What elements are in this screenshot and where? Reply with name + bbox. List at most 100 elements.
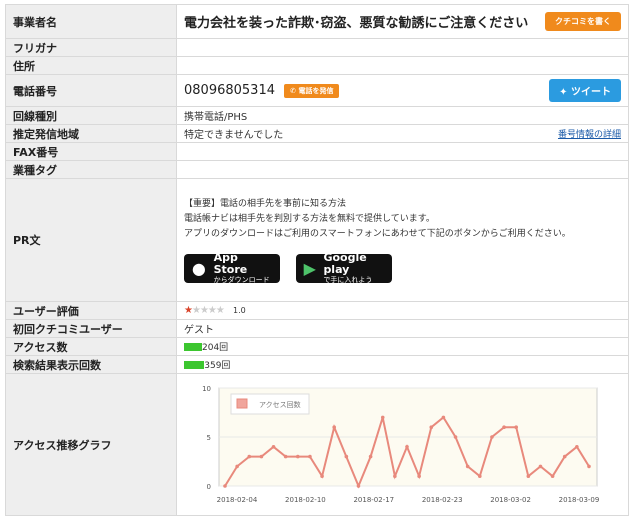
cell-phone: 08096805314 ✆ 電話を発信 ✦ ツイート (176, 74, 629, 107)
y-tick-label: 5 (207, 434, 211, 442)
data-point (490, 435, 494, 439)
x-tick-label: 2018-02-23 (422, 496, 463, 504)
row-pr: PR文 【重要】電話の相手先を事前に知る方法 電話帳ナビは相手先を判別する方法を… (5, 178, 629, 302)
row-graph: アクセス推移グラフ 0 5 10 2018-02-04 2018-02-10 2018-0… (5, 373, 629, 516)
cell-region: 特定できませんでした 番号情報の詳細 (176, 124, 629, 143)
row-search: 検索結果表示回数 359回 (5, 355, 629, 374)
row-furigana: フリガナ (5, 38, 629, 57)
label-tags: 業種タグ (5, 160, 177, 179)
google-play-line2: で手に入れよう (323, 276, 373, 284)
x-tick-label: 2018-02-17 (353, 496, 394, 504)
x-tick-label: 2018-02-04 (217, 496, 258, 504)
legend-label: アクセス回数 (259, 400, 301, 409)
value-address (176, 56, 629, 75)
label-phone: 電話番号 (5, 74, 177, 107)
access-count: 204回 (202, 343, 229, 353)
star-empty-icon: ★ (191, 305, 201, 316)
label-access: アクセス数 (5, 337, 177, 356)
data-point (271, 445, 276, 449)
row-access: アクセス数 204回 (5, 337, 629, 356)
y-tick-label: 10 (202, 385, 211, 393)
data-point (247, 454, 252, 459)
data-point (526, 474, 531, 478)
label-pr: PR文 (5, 178, 177, 302)
row-line-type: 回線種別 携帯電話/PHS (5, 106, 629, 125)
label-rating: ユーザー評価 (5, 301, 177, 320)
label-line-type: 回線種別 (5, 106, 177, 125)
call-button-label: 電話を発信 (298, 86, 334, 95)
row-name: 事業者名 電力会社を装った詐欺･窃盗、悪質な勧誘にご注意ください クチコミを書く (5, 4, 629, 39)
pr-line-2: 電話帳ナビは相手先を判別する方法を無料で提供しています。 (184, 214, 435, 224)
app-store-line2: からダウンロード (213, 276, 270, 284)
apple-icon: ● (191, 259, 206, 278)
data-point (417, 474, 421, 478)
data-point (465, 464, 470, 469)
access-bar (184, 342, 202, 351)
x-tick-label: 2018-03-09 (559, 496, 600, 504)
y-tick-label: 0 (207, 483, 211, 491)
data-point (478, 474, 482, 478)
x-tick-label: 2018-03-02 (490, 496, 531, 504)
cell-access: 204回 (176, 337, 629, 356)
row-first-user: 初回クチコミユーザー ゲスト (5, 319, 629, 338)
pr-line-3: アプリのダウンロードはご利用のスマートフォンにあわせて下記のボタンからご利用くだ… (184, 229, 571, 239)
data-point (296, 454, 300, 459)
rating-stars: ★★★★★ (184, 305, 225, 316)
value-region: 特定できませんでした (184, 130, 284, 141)
tweet-button[interactable]: ✦ ツイート (549, 79, 621, 102)
value-tags (176, 160, 629, 179)
label-search: 検索結果表示回数 (5, 355, 177, 374)
search-count: 359回 (204, 361, 231, 371)
value-fax (176, 142, 629, 161)
data-point (502, 425, 506, 429)
call-button[interactable]: ✆ 電話を発信 (284, 83, 340, 98)
tweet-label: ツイート (571, 87, 611, 98)
rating-score: 1.0 (233, 306, 246, 315)
phone-number: 08096805314 (184, 83, 275, 98)
info-table: 事業者名 電力会社を装った詐欺･窃盗、悪質な勧誘にご注意ください クチコミを書く… (5, 4, 629, 516)
label-address: 住所 (5, 56, 177, 75)
write-review-button[interactable]: クチコミを書く (545, 12, 621, 31)
data-point (575, 445, 579, 449)
legend-swatch (236, 398, 248, 409)
data-point (405, 445, 409, 449)
access-trend-chart: 0 5 10 2018-02-04 2018-02-10 2018-02-17 2018-0… (202, 385, 600, 504)
play-icon: ▶ (303, 259, 316, 278)
cell-graph: 0 5 10 2018-02-04 2018-02-10 2018-02-17 2018-0… (176, 373, 629, 516)
star-empty-icon: ★ (199, 305, 209, 316)
cell-pr: 【重要】電話の相手先を事前に知る方法 電話帳ナビは相手先を判別する方法を無料で提… (176, 178, 629, 302)
app-store-button[interactable]: ● App Store からダウンロード (184, 251, 280, 284)
cell-rating: ★★★★★ 1.0 (176, 301, 629, 320)
data-point (283, 454, 288, 459)
google-play-button[interactable]: ▶ Google play で手に入れよう (296, 252, 392, 284)
label-fax: FAX番号 (5, 142, 177, 161)
value-first-user: ゲスト (176, 319, 629, 338)
data-point (393, 474, 397, 478)
cell-search: 359回 (176, 355, 629, 374)
row-rating: ユーザー評価 ★★★★★ 1.0 (5, 301, 629, 320)
data-point (550, 474, 555, 478)
twitter-bird-icon: ✦ (559, 87, 571, 98)
data-point (429, 425, 434, 429)
label-furigana: フリガナ (5, 38, 177, 57)
data-point (344, 454, 349, 459)
search-bar (184, 360, 205, 369)
row-region: 推定発信地域 特定できませんでした 番号情報の詳細 (5, 124, 629, 143)
business-name: 電力会社を装った詐欺･窃盗、悪質な勧誘にご注意ください (184, 16, 529, 31)
app-store-line1: App Store (213, 251, 248, 276)
data-point (368, 454, 373, 459)
data-point (332, 425, 336, 429)
row-tags: 業種タグ (5, 160, 629, 179)
data-point (587, 464, 591, 469)
x-tick-label: 2018-02-10 (285, 496, 326, 504)
star-filled-icon: ★ (184, 305, 193, 316)
number-detail-link[interactable]: 番号情報の詳細 (558, 127, 621, 140)
data-point (538, 464, 543, 469)
data-point (562, 454, 567, 459)
star-empty-icon: ★ (215, 305, 225, 316)
row-phone: 電話番号 08096805314 ✆ 電話を発信 ✦ ツイート (5, 74, 629, 107)
cell-name: 電力会社を装った詐欺･窃盗、悪質な勧誘にご注意ください クチコミを書く (176, 4, 629, 39)
pr-line-1: 【重要】電話の相手先を事前に知る方法 (184, 199, 347, 209)
row-address: 住所 (5, 56, 629, 75)
data-point (223, 484, 227, 488)
